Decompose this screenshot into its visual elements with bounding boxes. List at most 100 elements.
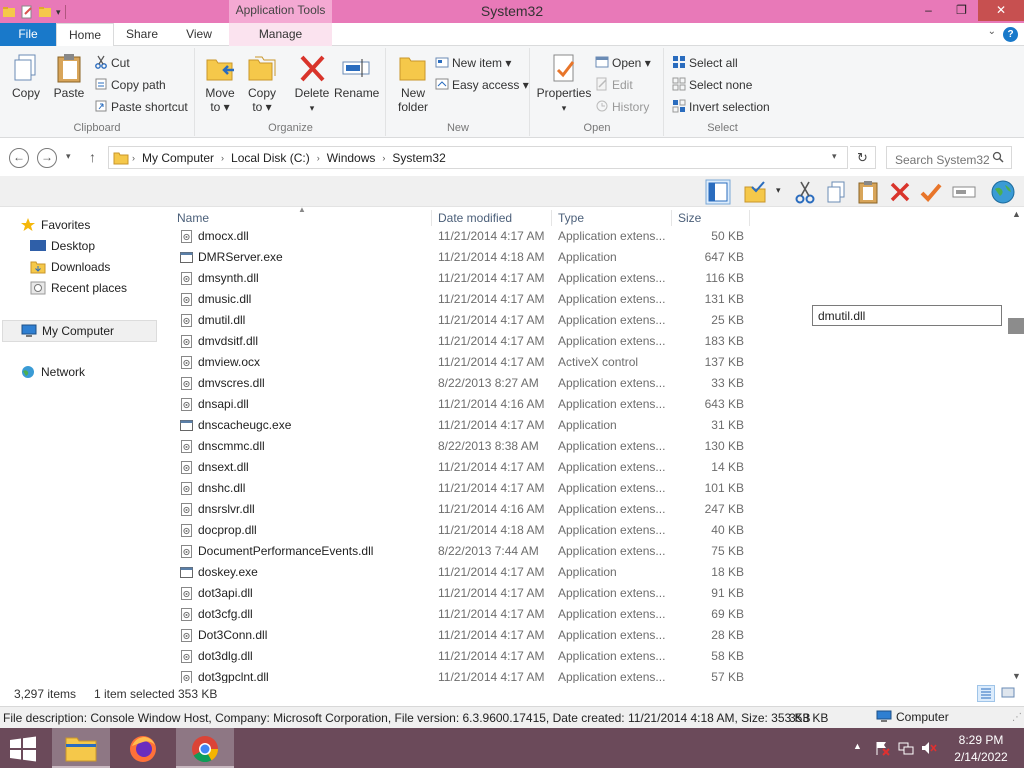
tab-view[interactable]: View bbox=[172, 23, 226, 46]
file-row[interactable]: dmvscres.dll 8/22/2013 8:27 AM Application… bbox=[172, 373, 752, 394]
details-view-button[interactable] bbox=[977, 685, 995, 702]
delete-button[interactable]: Delete ▾ bbox=[294, 52, 330, 114]
scissors-icon[interactable] bbox=[792, 179, 818, 205]
rename-icon[interactable] bbox=[951, 179, 977, 205]
search-icon[interactable] bbox=[992, 151, 1004, 163]
file-row[interactable]: dnshc.dll 11/21/2014 4:17 AM Application e… bbox=[172, 478, 752, 499]
file-row[interactable]: dmvdsitf.dll 11/21/2014 4:17 AM Applicatio… bbox=[172, 331, 752, 352]
file-row[interactable]: dmocx.dll 11/21/2014 4:17 AM Application e… bbox=[172, 226, 752, 247]
file-row[interactable]: dnsapi.dll 11/21/2014 4:16 AM Application … bbox=[172, 394, 752, 415]
scroll-up-arrow-icon[interactable]: ▲ bbox=[1012, 209, 1021, 219]
file-row[interactable]: dnscmmc.dll 8/22/2013 8:38 AM Application … bbox=[172, 436, 752, 457]
nav-recent-places[interactable]: Recent places bbox=[30, 278, 127, 298]
tab-file[interactable]: File bbox=[0, 23, 56, 46]
recent-locations-dropdown[interactable]: ▾ bbox=[66, 151, 71, 162]
select-all-button[interactable]: Select all bbox=[672, 53, 738, 73]
file-row[interactable]: docprop.dll 11/21/2014 4:18 AM Application… bbox=[172, 520, 752, 541]
chevron-down-icon[interactable]: ⌄ bbox=[988, 26, 996, 37]
refresh-button[interactable]: ↻ bbox=[850, 146, 876, 169]
file-row[interactable]: Dot3Conn.dll 11/21/2014 4:17 AM Applicatio… bbox=[172, 625, 752, 646]
address-bar[interactable]: › My Computer › Local Disk (C:) › Window… bbox=[108, 146, 848, 169]
help-icon[interactable]: ? bbox=[1003, 27, 1018, 42]
file-row[interactable]: DMRServer.exe 11/21/2014 4:18 AM Applicati… bbox=[172, 247, 752, 268]
column-header-size[interactable]: Size bbox=[673, 210, 750, 226]
file-row[interactable]: dmutil.dll 11/21/2014 4:17 AM Application … bbox=[172, 310, 752, 331]
nav-desktop[interactable]: Desktop bbox=[30, 236, 95, 256]
tab-share[interactable]: Share bbox=[116, 23, 168, 46]
properties-button[interactable]: Properties ▾ bbox=[535, 52, 593, 114]
edit-button[interactable]: Edit bbox=[595, 75, 633, 95]
breadcrumb-separator[interactable]: › bbox=[129, 153, 138, 163]
taskbar-file-explorer[interactable] bbox=[52, 728, 110, 768]
windows-start-icon[interactable] bbox=[8, 736, 38, 762]
breadcrumb-separator[interactable]: › bbox=[314, 153, 323, 163]
delete-x-icon[interactable] bbox=[887, 179, 913, 205]
properties-dropdown[interactable]: ▾ bbox=[562, 103, 567, 113]
checkmark-icon[interactable] bbox=[918, 179, 944, 205]
maximize-button[interactable]: ❐ bbox=[945, 0, 978, 21]
copy-path-button[interactable]: Copy path bbox=[94, 75, 166, 95]
address-dropdown[interactable]: ▾ bbox=[832, 151, 837, 162]
breadcrumb-windows[interactable]: Windows bbox=[323, 151, 380, 165]
resize-grip-icon[interactable]: ⋰ bbox=[1012, 712, 1022, 723]
paste-shortcut-button[interactable]: Paste shortcut bbox=[94, 97, 188, 117]
breadcrumb-system32[interactable]: System32 bbox=[388, 151, 449, 165]
clock-date[interactable]: 2/14/2022 bbox=[952, 750, 1010, 764]
open-button[interactable]: Open ▾ bbox=[595, 53, 651, 73]
back-button[interactable]: ← bbox=[9, 148, 29, 168]
large-icons-view-button[interactable] bbox=[1000, 685, 1018, 702]
file-row[interactable]: dmusic.dll 11/21/2014 4:17 AM Application … bbox=[172, 289, 752, 310]
cut-button[interactable]: Cut bbox=[94, 53, 130, 73]
copy-to-button[interactable]: Copy to ▾ bbox=[244, 52, 280, 114]
file-row[interactable]: dot3dlg.dll 11/21/2014 4:17 AM Application… bbox=[172, 646, 752, 667]
file-row[interactable]: dnsrslvr.dll 11/21/2014 4:16 AM Applicatio… bbox=[172, 499, 752, 520]
nav-favorites[interactable]: Favorites bbox=[20, 215, 90, 235]
file-row[interactable]: dot3gpclnt.dll 11/21/2014 4:17 AM Applicat… bbox=[172, 667, 752, 683]
taskbar-chrome[interactable] bbox=[176, 728, 234, 768]
select-none-button[interactable]: Select none bbox=[672, 75, 752, 95]
forward-button[interactable]: → bbox=[37, 148, 57, 168]
clock-time[interactable]: 8:29 PM bbox=[957, 733, 1005, 747]
up-button[interactable]: ↑ bbox=[89, 149, 96, 165]
rename-button[interactable]: Rename bbox=[334, 52, 379, 100]
customize-qat-icon[interactable]: ▾ bbox=[56, 7, 61, 18]
breadcrumb-separator[interactable]: › bbox=[379, 153, 388, 163]
close-button[interactable]: ✕ bbox=[978, 0, 1024, 21]
file-row[interactable]: dnsext.dll 11/21/2014 4:17 AM Application … bbox=[172, 457, 752, 478]
column-header-date[interactable]: Date modified bbox=[433, 210, 552, 226]
taskbar-firefox[interactable] bbox=[114, 728, 172, 768]
move-to-button[interactable]: Move to ▾ bbox=[202, 52, 238, 114]
file-row[interactable]: dmview.ocx 11/21/2014 4:17 AM ActiveX cont… bbox=[172, 352, 752, 373]
minimize-button[interactable]: – bbox=[912, 0, 945, 21]
volume-muted-icon[interactable] bbox=[921, 740, 937, 756]
breadcrumb-separator[interactable]: › bbox=[218, 153, 227, 163]
check-folder-icon[interactable] bbox=[742, 179, 768, 205]
scrollbar-thumb[interactable] bbox=[1008, 318, 1024, 334]
copy-button[interactable]: Copy bbox=[8, 52, 44, 100]
network-status-icon[interactable] bbox=[898, 740, 914, 756]
breadcrumb-local-disk[interactable]: Local Disk (C:) bbox=[227, 151, 314, 165]
nav-my-computer[interactable]: My Computer bbox=[2, 320, 157, 342]
clipboard-icon[interactable] bbox=[855, 179, 881, 205]
paste-button[interactable]: Paste bbox=[52, 52, 86, 100]
invert-selection-button[interactable]: Invert selection bbox=[672, 97, 770, 117]
tab-manage[interactable]: Manage bbox=[229, 23, 332, 46]
history-button[interactable]: History bbox=[595, 97, 649, 117]
new-folder-icon[interactable] bbox=[38, 5, 52, 19]
toolbar-dropdown[interactable]: ▾ bbox=[776, 185, 781, 196]
file-row[interactable]: dmsynth.dll 11/21/2014 4:17 AM Application… bbox=[172, 268, 752, 289]
column-header-type[interactable]: Type bbox=[553, 210, 672, 226]
tab-home[interactable]: Home bbox=[56, 23, 114, 47]
globe-icon[interactable] bbox=[990, 179, 1016, 205]
file-row[interactable]: dnscacheugc.exe 11/21/2014 4:17 AM Applica… bbox=[172, 415, 752, 436]
scroll-down-arrow-icon[interactable]: ▼ bbox=[1012, 671, 1021, 681]
file-row[interactable]: dot3api.dll 11/21/2014 4:17 AM Application… bbox=[172, 583, 752, 604]
easy-access-button[interactable]: Easy access ▾ bbox=[435, 75, 529, 95]
copy-icon[interactable] bbox=[823, 179, 849, 205]
show-hidden-icons-icon[interactable]: ▲ bbox=[853, 741, 862, 751]
action-center-flag-icon[interactable] bbox=[874, 740, 890, 756]
delete-dropdown[interactable]: ▾ bbox=[310, 103, 315, 113]
breadcrumb-my-computer[interactable]: My Computer bbox=[138, 151, 218, 165]
folder-icon[interactable] bbox=[2, 5, 16, 19]
new-item-button[interactable]: New item ▾ bbox=[435, 53, 511, 73]
